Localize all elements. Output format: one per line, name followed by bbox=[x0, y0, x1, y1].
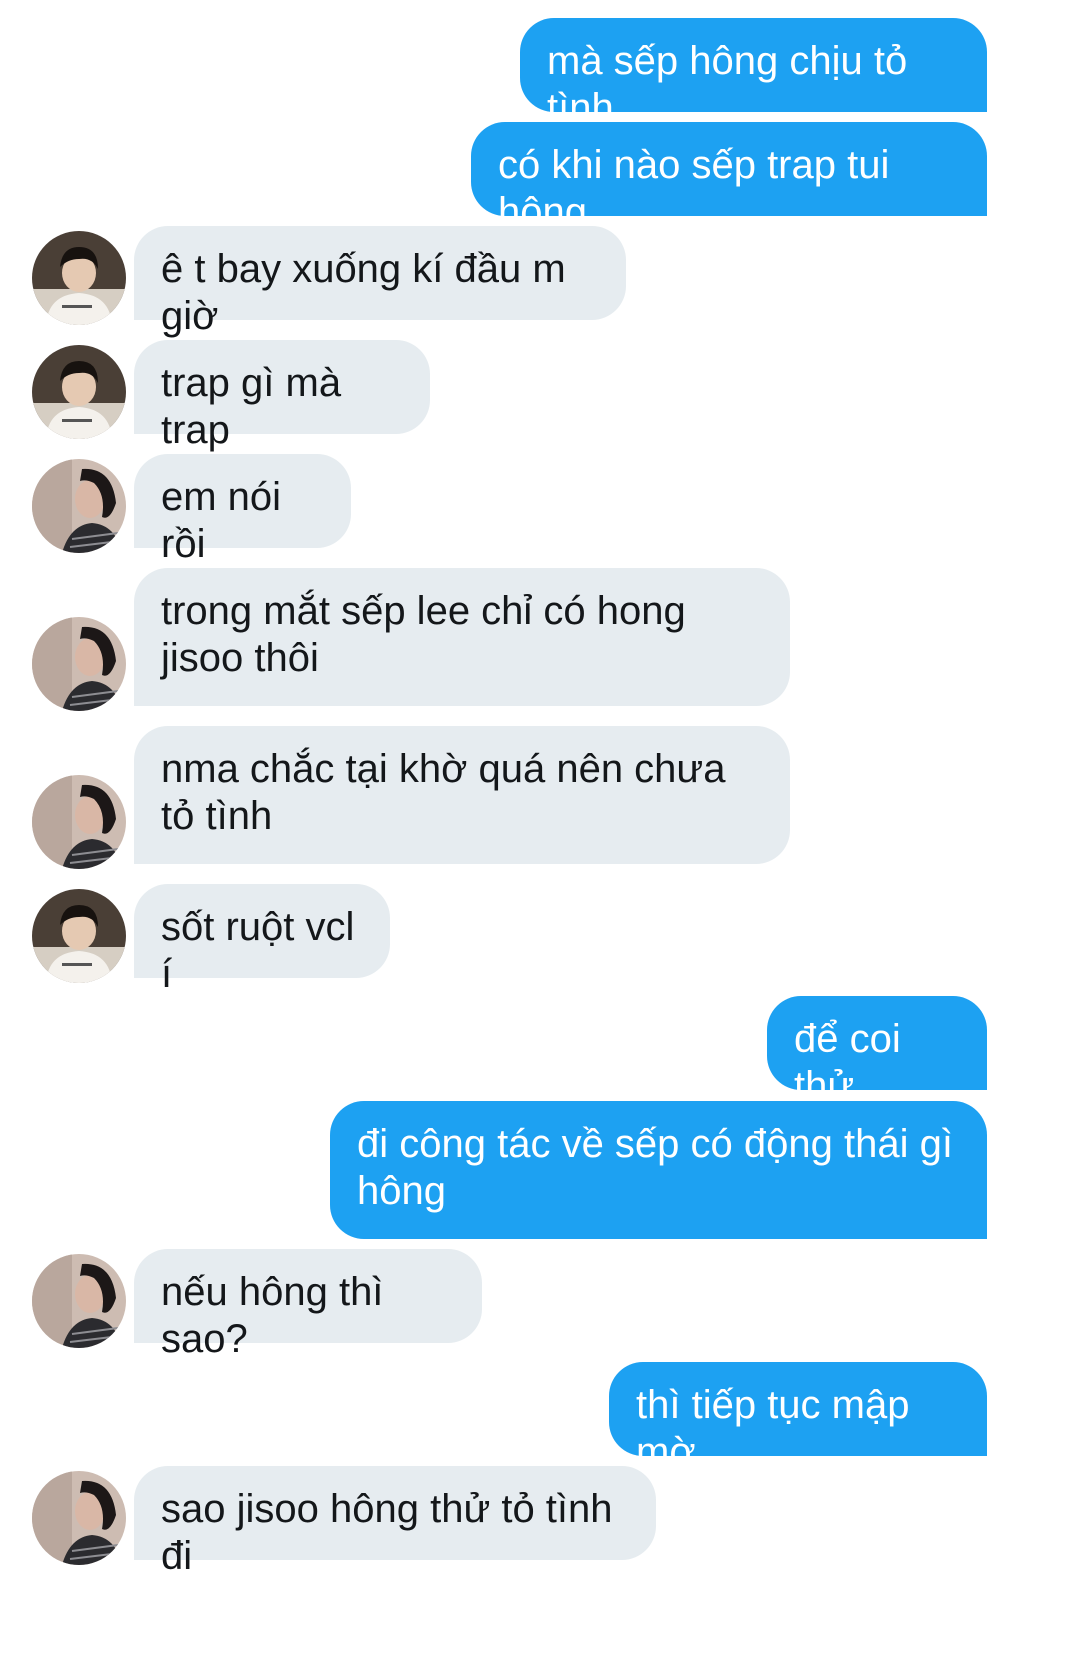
sent-message-bubble[interactable]: thì tiếp tục mập mờ bbox=[609, 1362, 987, 1474]
received-message-bubble[interactable]: nma chắc tại khờ quá nên chưa tỏ tình bbox=[134, 726, 790, 864]
sent-message-bubble[interactable]: đi công tác về sếp có động thái gì hông bbox=[330, 1101, 987, 1239]
received-message-bubble[interactable]: trap gì mà trap bbox=[134, 340, 430, 452]
avatar-striped-shirt-user[interactable] bbox=[32, 1471, 126, 1565]
received-message-bubble[interactable]: ê t bay xuống kí đầu m giờ bbox=[134, 226, 626, 338]
message-row: mà sếp hông chịu tỏ tình bbox=[0, 18, 1080, 130]
avatar-white-tshirt-user[interactable] bbox=[32, 345, 126, 439]
message-row: để coi thử bbox=[0, 996, 1080, 1108]
white-tshirt-user-picture bbox=[32, 889, 126, 983]
white-tshirt-user-picture bbox=[32, 345, 126, 439]
received-message-bubble[interactable]: nếu hông thì sao? bbox=[134, 1249, 482, 1361]
striped-shirt-user-picture bbox=[32, 775, 126, 869]
avatar-striped-shirt-user[interactable] bbox=[32, 1254, 126, 1348]
sent-message-bubble[interactable]: mà sếp hông chịu tỏ tình bbox=[520, 18, 987, 130]
white-tshirt-user-picture bbox=[32, 231, 126, 325]
message-row: thì tiếp tục mập mờ bbox=[0, 1362, 1080, 1474]
striped-shirt-user-picture bbox=[32, 1471, 126, 1565]
avatar-white-tshirt-user[interactable] bbox=[32, 231, 126, 325]
sent-message-bubble[interactable]: để coi thử bbox=[767, 996, 987, 1108]
received-message-bubble[interactable]: sao jisoo hông thử tỏ tình đi bbox=[134, 1466, 656, 1578]
avatar-striped-shirt-user[interactable] bbox=[32, 459, 126, 553]
message-row: sốt ruột vcl í bbox=[0, 884, 1080, 996]
message-row: nếu hông thì sao? bbox=[0, 1249, 1080, 1361]
message-row: nma chắc tại khờ quá nên chưa tỏ tình bbox=[0, 726, 1080, 869]
avatar-white-tshirt-user[interactable] bbox=[32, 889, 126, 983]
message-row: trong mắt sếp lee chỉ có hong jisoo thôi bbox=[0, 568, 1080, 711]
avatar-striped-shirt-user[interactable] bbox=[32, 775, 126, 869]
striped-shirt-user-picture bbox=[32, 1254, 126, 1348]
message-row: đi công tác về sếp có động thái gì hông bbox=[0, 1101, 1080, 1239]
message-row: ê t bay xuống kí đầu m giờ bbox=[0, 226, 1080, 338]
chat-thread: mà sếp hông chịu tỏ tình có khi nào sếp … bbox=[0, 0, 1080, 1666]
sent-message-bubble[interactable]: có khi nào sếp trap tui hông bbox=[471, 122, 987, 234]
striped-shirt-user-picture bbox=[32, 459, 126, 553]
striped-shirt-user-picture bbox=[32, 617, 126, 711]
message-row: em nói rồi bbox=[0, 454, 1080, 566]
received-message-bubble[interactable]: sốt ruột vcl í bbox=[134, 884, 390, 996]
received-message-bubble[interactable]: trong mắt sếp lee chỉ có hong jisoo thôi bbox=[134, 568, 790, 706]
received-message-bubble[interactable]: em nói rồi bbox=[134, 454, 351, 566]
message-row: sao jisoo hông thử tỏ tình đi bbox=[0, 1466, 1080, 1578]
avatar-striped-shirt-user[interactable] bbox=[32, 617, 126, 711]
message-row: có khi nào sếp trap tui hông bbox=[0, 122, 1080, 234]
message-row: trap gì mà trap bbox=[0, 340, 1080, 452]
